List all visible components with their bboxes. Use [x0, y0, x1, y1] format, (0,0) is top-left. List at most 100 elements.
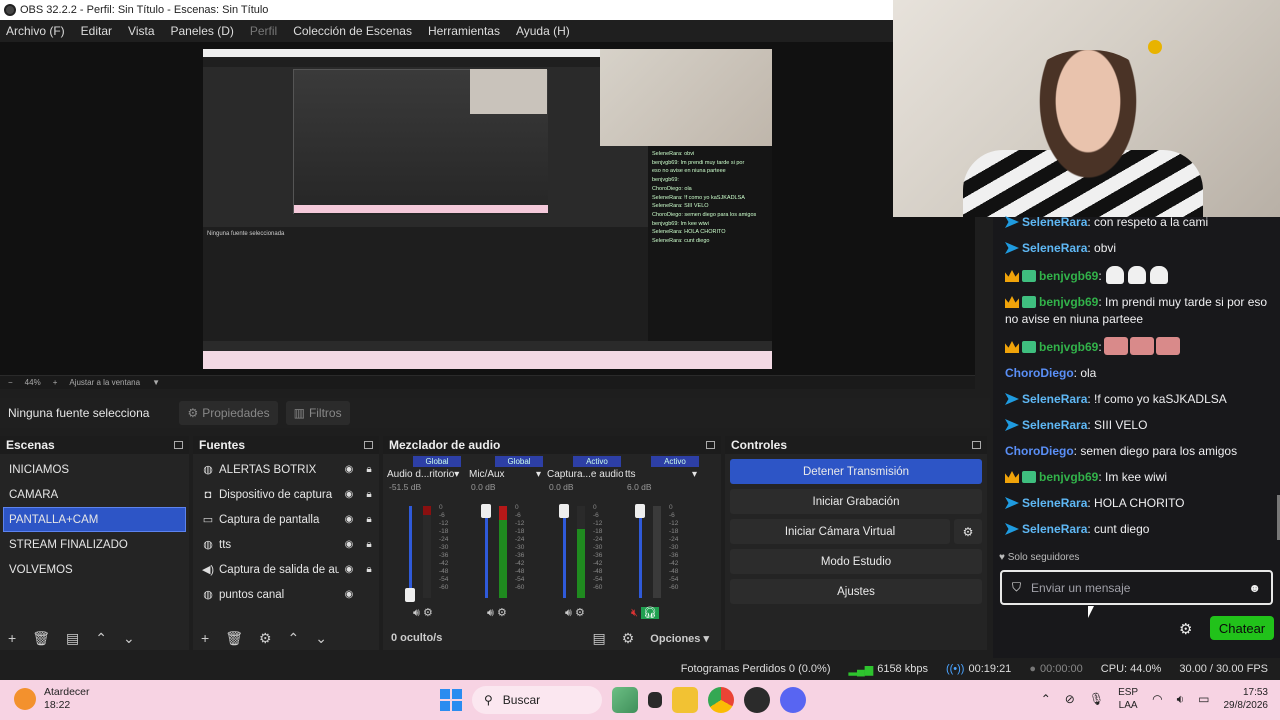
clock[interactable]: 17:53 29/8/2026: [1224, 686, 1269, 712]
mixer-options-button[interactable]: Opciones ▾: [650, 632, 709, 645]
eye-icon[interactable]: ◉: [339, 514, 359, 525]
chat-input[interactable]: ⛉ Enviar un mensaje ☻: [1000, 570, 1273, 605]
move-down-icon[interactable]: ⌄: [315, 630, 327, 647]
lock-icon[interactable]: 🔒︎: [359, 489, 379, 500]
eye-icon[interactable]: ◉: [339, 564, 359, 575]
eye-icon[interactable]: ◉: [339, 464, 359, 475]
shield-icon[interactable]: ⛉: [1012, 580, 1021, 595]
move-up-icon[interactable]: ⌃: [95, 630, 107, 647]
scene-item[interactable]: VOLVEMOS: [0, 557, 189, 582]
chevron-down-icon[interactable]: ▾: [454, 469, 459, 480]
chat-username[interactable]: benjvgb69: [1039, 470, 1098, 484]
chat-username[interactable]: SeleneRara: [1022, 418, 1087, 432]
camera-off-icon[interactable]: ⊘: [1065, 692, 1075, 706]
fader-knob[interactable]: [635, 504, 645, 518]
eye-icon[interactable]: ◉: [339, 489, 359, 500]
undock-icon[interactable]: [706, 441, 715, 449]
move-down-icon[interactable]: ⌄: [123, 630, 135, 647]
program-preview[interactable]: SeleneRara: obvi benjvgb69: Im prendi mu…: [203, 49, 772, 369]
scene-item[interactable]: CAMARA: [0, 482, 189, 507]
source-item[interactable]: ▭ Captura de pantalla ◉ 🔒︎: [193, 507, 379, 532]
volume-icon[interactable]: 🔉︎: [1177, 692, 1185, 707]
chat-username[interactable]: benjvgb69: [1039, 269, 1098, 283]
chat-username[interactable]: benjvgb69: [1039, 295, 1098, 309]
menu-scene-collection[interactable]: Colección de Escenas: [293, 24, 412, 38]
gear-icon[interactable]: ⚙: [622, 630, 635, 647]
speaker-icon[interactable]: 🔊︎: [487, 607, 494, 619]
menu-view[interactable]: Vista: [128, 24, 154, 38]
wifi-icon[interactable]: ◠: [1152, 692, 1162, 706]
channel-name[interactable]: Audio d...ritorio ▾: [383, 467, 463, 482]
settings-button[interactable]: Ajustes: [730, 579, 982, 604]
menu-tools[interactable]: Herramientas: [428, 24, 500, 38]
gear-icon[interactable]: ⚙: [1179, 620, 1192, 638]
start-virtual-cam-button[interactable]: Iniciar Cámara Virtual: [730, 519, 950, 544]
taskbar-search[interactable]: ⚲ Buscar: [472, 686, 602, 714]
chat-username[interactable]: SeleneRara: [1022, 392, 1087, 406]
scene-filter-icon[interactable]: ▤: [66, 630, 79, 647]
filters-button[interactable]: ▥ Filtros: [285, 401, 350, 425]
discord-icon[interactable]: [780, 687, 806, 713]
chat-username[interactable]: SeleneRara: [1022, 241, 1087, 255]
volume-fader[interactable]: [485, 506, 488, 598]
folder-icon[interactable]: [672, 687, 698, 713]
trash-icon[interactable]: 🗑: [32, 630, 50, 647]
eye-icon[interactable]: ◉: [339, 589, 359, 600]
menu-file[interactable]: Archivo (F): [6, 24, 65, 38]
gear-icon[interactable]: ⚙: [497, 607, 507, 619]
list-icon[interactable]: ▤: [593, 630, 606, 647]
volume-fader[interactable]: [409, 506, 412, 598]
add-scene-button[interactable]: +: [8, 630, 16, 646]
speaker-icon[interactable]: 🔊︎: [413, 607, 420, 619]
start-recording-button[interactable]: Iniciar Grabación: [730, 489, 982, 514]
chat-username[interactable]: benjvgb69: [1039, 340, 1098, 354]
obs-icon[interactable]: [744, 687, 770, 713]
chat-username[interactable]: ChoroDiego: [1005, 444, 1074, 458]
fit-to-window-select[interactable]: Ajustar a la ventana: [69, 378, 140, 387]
channel-name[interactable]: Mic/Aux ▾: [465, 467, 545, 482]
volume-fader[interactable]: [563, 506, 566, 598]
studio-mode-button[interactable]: Modo Estudio: [730, 549, 982, 574]
zoom-in-button[interactable]: +: [53, 378, 58, 387]
headphones-icon[interactable]: 🎧︎: [641, 607, 659, 619]
language-indicator[interactable]: ESP LAA: [1118, 686, 1138, 712]
chevron-down-icon[interactable]: ▾: [692, 469, 697, 480]
fader-knob[interactable]: [481, 504, 491, 518]
stop-stream-button[interactable]: Detener Transmisión: [730, 459, 982, 484]
channel-name[interactable]: Captura...e audio▾: [543, 467, 623, 482]
undock-icon[interactable]: [174, 441, 183, 449]
trash-icon[interactable]: 🗑: [225, 630, 243, 647]
add-source-button[interactable]: +: [201, 630, 209, 646]
menu-edit[interactable]: Editar: [81, 24, 112, 38]
source-item[interactable]: ◍ ALERTAS BOTRIX ◉ 🔒︎: [193, 457, 379, 482]
source-item[interactable]: ◍ tts ◉ 🔒︎: [193, 532, 379, 557]
chat-username[interactable]: ChoroDiego: [1005, 366, 1074, 380]
menu-help[interactable]: Ayuda (H): [516, 24, 570, 38]
chevron-down-icon[interactable]: ▾: [536, 469, 541, 480]
scene-item[interactable]: INICIAMOS: [0, 457, 189, 482]
chat-send-button[interactable]: Chatear: [1210, 616, 1274, 640]
source-item[interactable]: ◍ puntos canal ◉: [193, 582, 379, 607]
properties-button[interactable]: ⚙ Propiedades: [179, 401, 278, 425]
muted-speaker-icon[interactable]: 🔇︎: [631, 607, 638, 619]
windows-start-icon[interactable]: [440, 689, 462, 711]
chevron-down-icon[interactable]: ▼: [152, 378, 160, 387]
lock-icon[interactable]: 🔒︎: [359, 539, 379, 550]
gear-icon[interactable]: ⚙: [575, 607, 585, 619]
gear-icon[interactable]: ⚙: [954, 519, 982, 544]
volume-fader[interactable]: [639, 506, 642, 598]
gear-icon[interactable]: ⚙: [423, 607, 433, 619]
zoom-out-button[interactable]: −: [8, 378, 13, 387]
terminal-app-icon[interactable]: [648, 692, 662, 708]
microphone-icon[interactable]: 🎙︎: [1089, 692, 1104, 706]
chat-username[interactable]: SeleneRara: [1022, 522, 1087, 536]
scene-item-selected[interactable]: PANTALLA+CAM: [3, 507, 186, 532]
lock-icon[interactable]: 🔒︎: [359, 564, 379, 575]
chat-username[interactable]: SeleneRara: [1022, 215, 1087, 229]
weather-widget[interactable]: Atardecer 18:22: [14, 686, 90, 712]
lock-icon[interactable]: 🔒︎: [359, 464, 379, 475]
fader-knob[interactable]: [405, 588, 415, 602]
lock-icon[interactable]: 🔒︎: [359, 514, 379, 525]
menu-profile[interactable]: Perfil: [250, 24, 277, 38]
chrome-icon[interactable]: [708, 687, 734, 713]
